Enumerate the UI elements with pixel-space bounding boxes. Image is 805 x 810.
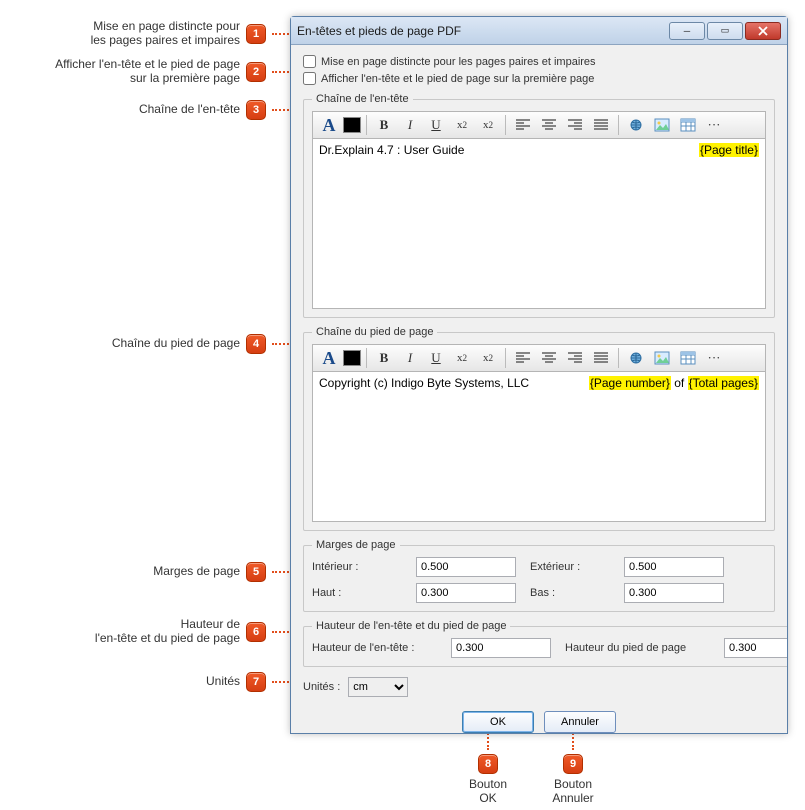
distinct-layout-checkbox[interactable]: [303, 55, 316, 68]
align-right-button[interactable]: [563, 114, 587, 136]
page-margins-group: Marges de page Intérieur : Extérieur : H…: [303, 539, 775, 612]
header-height-input[interactable]: [451, 638, 551, 658]
footer-total-pages-placeholder: {Total pages}: [688, 376, 759, 390]
more-button[interactable]: ···: [702, 347, 726, 369]
callout-bullet-9: 9: [563, 754, 583, 774]
callout-label-8: Bouton OK: [469, 778, 507, 806]
align-right-button[interactable]: [563, 347, 587, 369]
margin-bottom-label: Bas :: [530, 587, 610, 599]
hyperlink-button[interactable]: [624, 347, 648, 369]
more-button[interactable]: ···: [702, 114, 726, 136]
footer-editor[interactable]: Copyright (c) Indigo Byte Systems, LLC {…: [312, 372, 766, 522]
align-justify-button[interactable]: [589, 347, 613, 369]
header-editor[interactable]: Dr.Explain 4.7 : User Guide {Page title}: [312, 139, 766, 309]
footer-height-label: Hauteur du pied de page: [565, 642, 710, 654]
callout-label-7: Unités: [176, 675, 240, 689]
underline-button[interactable]: U: [424, 347, 448, 369]
show-first-page-checkbox-row: Afficher l'en-tête et le pied de page su…: [303, 72, 775, 85]
image-button[interactable]: [650, 114, 674, 136]
window-title: En-têtes et pieds de page PDF: [297, 24, 667, 38]
close-button[interactable]: [745, 22, 781, 40]
footer-toolbar: A B I U x2 x2 ···: [312, 344, 766, 372]
footer-height-input[interactable]: [724, 638, 787, 658]
callout-label-3: Chaîne de l'en-tête: [112, 103, 240, 117]
table-button[interactable]: [676, 347, 700, 369]
minimize-button[interactable]: ─: [669, 22, 705, 40]
callout-label-9: Bouton Annuler: [552, 778, 593, 806]
margin-interior-label: Intérieur :: [312, 561, 402, 573]
header-left-text: Dr.Explain 4.7 : User Guide: [319, 143, 464, 157]
subscript-button[interactable]: x2: [450, 114, 474, 136]
show-first-page-label: Afficher l'en-tête et le pied de page su…: [321, 73, 594, 85]
units-label: Unités :: [303, 681, 340, 693]
maximize-button[interactable]: ▭: [707, 22, 743, 40]
header-toolbar: A B I U x2 x2 ···: [312, 111, 766, 139]
distinct-layout-checkbox-row: Mise en page distincte pour les pages pa…: [303, 55, 775, 68]
footer-page-number-placeholder: {Page number}: [589, 376, 671, 390]
align-justify-button[interactable]: [589, 114, 613, 136]
callout-bullet-7: 7: [246, 672, 266, 692]
font-color-button[interactable]: [343, 117, 361, 133]
header-footer-height-legend: Hauteur de l'en-tête et du pied de page: [312, 620, 510, 632]
callout-label-2: Afficher l'en-tête et le pied de page su…: [4, 58, 240, 86]
header-chain-legend: Chaîne de l'en-tête: [312, 93, 413, 105]
font-button[interactable]: A: [317, 114, 341, 136]
italic-button[interactable]: I: [398, 114, 422, 136]
align-center-button[interactable]: [537, 114, 561, 136]
callout-bullet-2: 2: [246, 62, 266, 82]
callout-bullet-5: 5: [246, 562, 266, 582]
margin-bottom-input[interactable]: [624, 583, 724, 603]
header-footer-height-group: Hauteur de l'en-tête et du pied de page …: [303, 620, 787, 667]
hyperlink-button[interactable]: [624, 114, 648, 136]
titlebar: En-têtes et pieds de page PDF ─ ▭: [291, 17, 787, 45]
callout-bullet-3: 3: [246, 100, 266, 120]
align-left-button[interactable]: [511, 347, 535, 369]
footer-chain-legend: Chaîne du pied de page: [312, 326, 437, 338]
underline-button[interactable]: U: [424, 114, 448, 136]
distinct-layout-label: Mise en page distincte pour les pages pa…: [321, 56, 596, 68]
subscript-button[interactable]: x2: [450, 347, 474, 369]
dialog-window: En-têtes et pieds de page PDF ─ ▭ Mise e…: [290, 16, 788, 734]
units-row: Unités : cm: [303, 677, 775, 697]
font-color-button[interactable]: [343, 350, 361, 366]
header-chain-group: Chaîne de l'en-tête A B I U x2 x2 ···: [303, 93, 775, 318]
margin-top-input[interactable]: [416, 583, 516, 603]
margin-exterior-label: Extérieur :: [530, 561, 610, 573]
callout-bullet-6: 6: [246, 622, 266, 642]
footer-of-text: of: [671, 376, 688, 390]
units-select[interactable]: cm: [348, 677, 408, 697]
bold-button[interactable]: B: [372, 347, 396, 369]
callout-bullet-4: 4: [246, 334, 266, 354]
dialog-button-row: OK Annuler: [303, 711, 775, 733]
superscript-button[interactable]: x2: [476, 114, 500, 136]
callout-label-1: Mise en page distincte pour les pages pa…: [10, 20, 240, 48]
ok-button[interactable]: OK: [462, 711, 534, 733]
footer-chain-group: Chaîne du pied de page A B I U x2 x2 ·: [303, 326, 775, 531]
footer-left-text: Copyright (c) Indigo Byte Systems, LLC: [319, 376, 529, 390]
margin-interior-input[interactable]: [416, 557, 516, 577]
callout-label-4: Chaîne du pied de page: [82, 337, 240, 351]
margin-top-label: Haut :: [312, 587, 402, 599]
align-left-button[interactable]: [511, 114, 535, 136]
header-page-title-placeholder: {Page title}: [699, 143, 759, 157]
align-center-button[interactable]: [537, 347, 561, 369]
callout-label-6: Hauteur de l'en-tête et du pied de page: [48, 618, 240, 646]
page-margins-legend: Marges de page: [312, 539, 400, 551]
show-first-page-checkbox[interactable]: [303, 72, 316, 85]
bold-button[interactable]: B: [372, 114, 396, 136]
font-button[interactable]: A: [317, 347, 341, 369]
callout-bullet-8: 8: [478, 754, 498, 774]
superscript-button[interactable]: x2: [476, 347, 500, 369]
callout-label-5: Marges de page: [124, 565, 240, 579]
callout-bullet-1: 1: [246, 24, 266, 44]
cancel-button[interactable]: Annuler: [544, 711, 616, 733]
image-button[interactable]: [650, 347, 674, 369]
table-button[interactable]: [676, 114, 700, 136]
margin-exterior-input[interactable]: [624, 557, 724, 577]
header-height-label: Hauteur de l'en-tête :: [312, 642, 437, 654]
italic-button[interactable]: I: [398, 347, 422, 369]
